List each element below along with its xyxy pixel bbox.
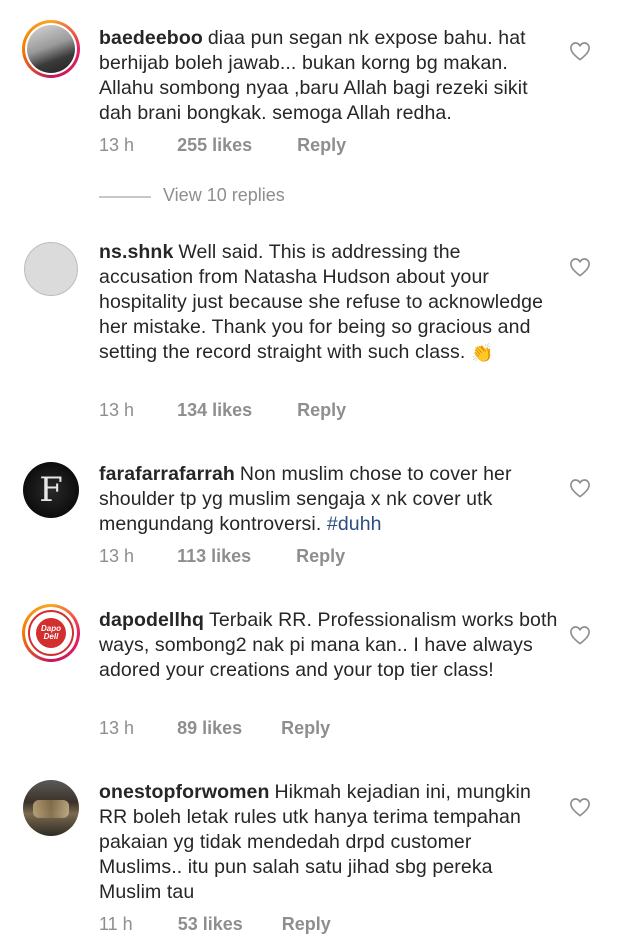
- letter-f-logo-icon: F: [39, 470, 63, 510]
- likes-count[interactable]: 53 likes: [178, 914, 243, 935]
- heart-outline-icon[interactable]: [569, 41, 591, 61]
- reply-button[interactable]: Reply: [297, 135, 346, 156]
- reply-button[interactable]: Reply: [281, 718, 330, 739]
- hashtag-link[interactable]: #duhh: [327, 513, 382, 535]
- comment-meta: 13 h 89 likes Reply: [99, 718, 330, 739]
- avatar[interactable]: F: [23, 462, 79, 518]
- username[interactable]: farafarrafarrah: [99, 463, 235, 485]
- username[interactable]: baedeeboo: [99, 27, 203, 49]
- timestamp: 13 h: [99, 400, 135, 420]
- heart-outline-icon[interactable]: [569, 478, 591, 498]
- timestamp: 13 h: [99, 135, 135, 155]
- username[interactable]: dapodellhq: [99, 609, 204, 631]
- heart-outline-icon[interactable]: [569, 625, 591, 645]
- clapping-hands-icon: 👏: [470, 342, 494, 363]
- comment-body: onestopforwomen Hikmah kejadian ini, mung…: [99, 780, 559, 905]
- username[interactable]: onestopforwomen: [99, 781, 270, 803]
- heart-outline-icon[interactable]: [569, 257, 591, 277]
- timestamp: 13 h: [99, 546, 135, 566]
- comment-body: ns.shnk Well said. This is addressing the…: [99, 240, 559, 365]
- avatar[interactable]: Dapo Dell: [22, 604, 80, 662]
- likes-count[interactable]: 255 likes: [177, 135, 252, 156]
- avatar[interactable]: [24, 242, 78, 296]
- comment-meta: 13 h 113 likes Reply: [99, 546, 345, 567]
- reply-button[interactable]: Reply: [297, 400, 346, 421]
- comment-body: farafarrafarrah Non muslim chose to cover…: [99, 462, 559, 537]
- reply-button[interactable]: Reply: [282, 914, 331, 935]
- comment-body: dapodellhq Terbaik RR. Professionalism wo…: [99, 608, 559, 683]
- comment-body: baedeeboo diaa pun segan nk expose bahu. …: [99, 26, 559, 126]
- dapodell-logo: Dapo Dell: [41, 624, 61, 641]
- comment-meta: 11 h 53 likes Reply: [99, 914, 331, 935]
- avatar[interactable]: [23, 780, 79, 836]
- comment-meta: 13 h 255 likes Reply: [99, 135, 346, 156]
- timestamp: 11 h: [99, 914, 133, 934]
- likes-count[interactable]: 89 likes: [177, 718, 242, 739]
- divider-line: [99, 196, 151, 198]
- avatar[interactable]: [22, 20, 80, 78]
- username[interactable]: ns.shnk: [99, 241, 173, 263]
- heart-outline-icon[interactable]: [569, 797, 591, 817]
- reply-button[interactable]: Reply: [296, 546, 345, 567]
- likes-count[interactable]: 134 likes: [177, 400, 252, 421]
- view-replies-label: View 10 replies: [163, 185, 285, 205]
- comment-meta: 13 h 134 likes Reply: [99, 400, 346, 421]
- timestamp: 13 h: [99, 718, 135, 738]
- likes-count[interactable]: 113 likes: [177, 546, 251, 567]
